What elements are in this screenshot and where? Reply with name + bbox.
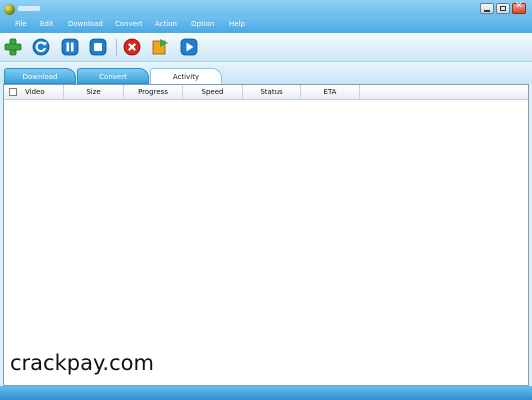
- menu-help[interactable]: Help: [229, 20, 245, 28]
- app-logo-icon: [4, 4, 15, 15]
- pause-icon[interactable]: [61, 38, 79, 56]
- minimize-button[interactable]: [480, 3, 494, 14]
- menu-file[interactable]: File: [15, 20, 27, 28]
- minimize-icon: [484, 10, 490, 12]
- add-icon[interactable]: [4, 38, 22, 56]
- toolbar: [0, 33, 532, 62]
- menu-edit[interactable]: Edit: [40, 20, 54, 28]
- convert-icon[interactable]: [151, 38, 169, 56]
- menu-action[interactable]: Action: [155, 20, 177, 28]
- delete-icon[interactable]: [123, 38, 141, 56]
- column-video-header[interactable]: Video: [4, 85, 64, 99]
- play-icon[interactable]: [180, 38, 198, 56]
- tab-bar: Download Convert Activity: [0, 62, 532, 84]
- tab-activity[interactable]: Activity: [150, 68, 222, 84]
- tab-download[interactable]: Download: [4, 68, 76, 84]
- column-status-header[interactable]: Status: [243, 85, 301, 99]
- menu-download[interactable]: Download: [68, 20, 103, 28]
- column-progress-header[interactable]: Progress: [124, 85, 183, 99]
- activity-list[interactable]: Video Size Progress Speed Status ETA: [3, 84, 529, 386]
- window-controls: ✕: [480, 1, 526, 14]
- menu-option[interactable]: Option: [191, 20, 214, 28]
- window-title: [18, 6, 40, 11]
- close-icon: ✕: [515, 1, 523, 11]
- refresh-icon[interactable]: [32, 38, 50, 56]
- restore-button[interactable]: [496, 3, 510, 14]
- table-header: Video Size Progress Speed Status ETA: [4, 85, 528, 100]
- menu-convert[interactable]: Convert: [115, 20, 143, 28]
- select-all-checkbox[interactable]: [9, 88, 17, 96]
- tab-convert[interactable]: Convert: [77, 68, 149, 84]
- restore-icon: [500, 6, 506, 11]
- column-eta-header[interactable]: ETA: [301, 85, 360, 99]
- toolbar-separator: [116, 39, 117, 56]
- watermark-text: crackpay.com: [10, 351, 154, 375]
- column-size-header[interactable]: Size: [64, 85, 124, 99]
- column-video-label: Video: [25, 88, 45, 96]
- status-bar: [0, 386, 532, 400]
- menu-bar: File Edit Download Convert Action Option…: [0, 17, 532, 33]
- app-window: ✕ File Edit Download Convert Action Opti…: [0, 0, 532, 400]
- stop-icon[interactable]: [89, 38, 107, 56]
- close-button[interactable]: ✕: [512, 1, 526, 14]
- column-speed-header[interactable]: Speed: [183, 85, 243, 99]
